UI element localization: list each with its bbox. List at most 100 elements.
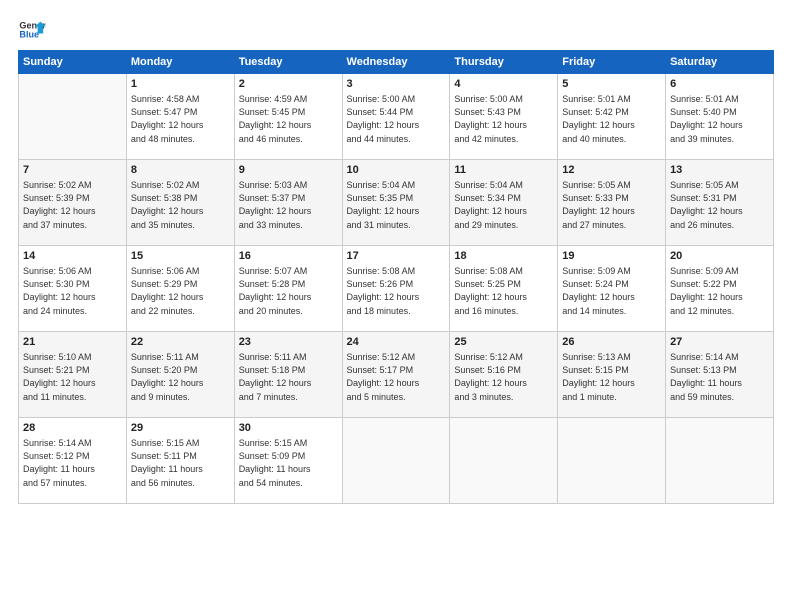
calendar-day-cell: 4Sunrise: 5:00 AM Sunset: 5:43 PM Daylig… bbox=[450, 74, 558, 160]
calendar-day-cell: 23Sunrise: 5:11 AM Sunset: 5:18 PM Dayli… bbox=[234, 332, 342, 418]
day-number: 2 bbox=[239, 77, 338, 92]
day-number: 17 bbox=[347, 249, 446, 264]
day-info: Sunrise: 5:00 AM Sunset: 5:44 PM Dayligh… bbox=[347, 93, 446, 145]
day-info: Sunrise: 5:14 AM Sunset: 5:12 PM Dayligh… bbox=[23, 437, 122, 489]
weekday-header: Thursday bbox=[450, 51, 558, 74]
day-number: 19 bbox=[562, 249, 661, 264]
page-header: General Blue bbox=[18, 16, 774, 44]
logo: General Blue bbox=[18, 16, 46, 44]
weekday-header: Sunday bbox=[19, 51, 127, 74]
day-info: Sunrise: 5:12 AM Sunset: 5:16 PM Dayligh… bbox=[454, 351, 553, 403]
day-info: Sunrise: 5:14 AM Sunset: 5:13 PM Dayligh… bbox=[670, 351, 769, 403]
calendar-day-cell: 12Sunrise: 5:05 AM Sunset: 5:33 PM Dayli… bbox=[558, 160, 666, 246]
day-number: 29 bbox=[131, 421, 230, 436]
calendar-day-cell: 3Sunrise: 5:00 AM Sunset: 5:44 PM Daylig… bbox=[342, 74, 450, 160]
day-number: 13 bbox=[670, 163, 769, 178]
day-info: Sunrise: 5:11 AM Sunset: 5:20 PM Dayligh… bbox=[131, 351, 230, 403]
day-info: Sunrise: 5:07 AM Sunset: 5:28 PM Dayligh… bbox=[239, 265, 338, 317]
calendar-day-cell: 29Sunrise: 5:15 AM Sunset: 5:11 PM Dayli… bbox=[126, 418, 234, 504]
day-info: Sunrise: 5:11 AM Sunset: 5:18 PM Dayligh… bbox=[239, 351, 338, 403]
day-info: Sunrise: 5:15 AM Sunset: 5:09 PM Dayligh… bbox=[239, 437, 338, 489]
day-number: 22 bbox=[131, 335, 230, 350]
day-number: 24 bbox=[347, 335, 446, 350]
calendar-day-cell: 21Sunrise: 5:10 AM Sunset: 5:21 PM Dayli… bbox=[19, 332, 127, 418]
calendar-week-row: 7Sunrise: 5:02 AM Sunset: 5:39 PM Daylig… bbox=[19, 160, 774, 246]
calendar-week-row: 14Sunrise: 5:06 AM Sunset: 5:30 PM Dayli… bbox=[19, 246, 774, 332]
calendar-day-cell: 20Sunrise: 5:09 AM Sunset: 5:22 PM Dayli… bbox=[666, 246, 774, 332]
calendar-day-cell: 22Sunrise: 5:11 AM Sunset: 5:20 PM Dayli… bbox=[126, 332, 234, 418]
day-number: 28 bbox=[23, 421, 122, 436]
svg-text:Blue: Blue bbox=[19, 30, 39, 40]
day-info: Sunrise: 5:13 AM Sunset: 5:15 PM Dayligh… bbox=[562, 351, 661, 403]
day-info: Sunrise: 5:15 AM Sunset: 5:11 PM Dayligh… bbox=[131, 437, 230, 489]
day-number: 20 bbox=[670, 249, 769, 264]
calendar-day-cell: 24Sunrise: 5:12 AM Sunset: 5:17 PM Dayli… bbox=[342, 332, 450, 418]
day-number: 8 bbox=[131, 163, 230, 178]
day-number: 11 bbox=[454, 163, 553, 178]
calendar-day-cell: 8Sunrise: 5:02 AM Sunset: 5:38 PM Daylig… bbox=[126, 160, 234, 246]
calendar-day-cell bbox=[19, 74, 127, 160]
day-info: Sunrise: 5:06 AM Sunset: 5:30 PM Dayligh… bbox=[23, 265, 122, 317]
calendar-day-cell: 28Sunrise: 5:14 AM Sunset: 5:12 PM Dayli… bbox=[19, 418, 127, 504]
calendar-day-cell: 9Sunrise: 5:03 AM Sunset: 5:37 PM Daylig… bbox=[234, 160, 342, 246]
calendar-day-cell bbox=[450, 418, 558, 504]
calendar-header-row: SundayMondayTuesdayWednesdayThursdayFrid… bbox=[19, 51, 774, 74]
calendar-day-cell: 16Sunrise: 5:07 AM Sunset: 5:28 PM Dayli… bbox=[234, 246, 342, 332]
calendar-day-cell bbox=[666, 418, 774, 504]
calendar-week-row: 1Sunrise: 4:58 AM Sunset: 5:47 PM Daylig… bbox=[19, 74, 774, 160]
day-number: 1 bbox=[131, 77, 230, 92]
calendar-day-cell: 11Sunrise: 5:04 AM Sunset: 5:34 PM Dayli… bbox=[450, 160, 558, 246]
day-number: 15 bbox=[131, 249, 230, 264]
weekday-header: Tuesday bbox=[234, 51, 342, 74]
day-info: Sunrise: 5:10 AM Sunset: 5:21 PM Dayligh… bbox=[23, 351, 122, 403]
calendar-day-cell: 6Sunrise: 5:01 AM Sunset: 5:40 PM Daylig… bbox=[666, 74, 774, 160]
day-number: 5 bbox=[562, 77, 661, 92]
logo-icon: General Blue bbox=[18, 16, 46, 44]
day-info: Sunrise: 5:02 AM Sunset: 5:39 PM Dayligh… bbox=[23, 179, 122, 231]
calendar-day-cell: 17Sunrise: 5:08 AM Sunset: 5:26 PM Dayli… bbox=[342, 246, 450, 332]
calendar-day-cell: 26Sunrise: 5:13 AM Sunset: 5:15 PM Dayli… bbox=[558, 332, 666, 418]
day-number: 14 bbox=[23, 249, 122, 264]
day-number: 4 bbox=[454, 77, 553, 92]
day-info: Sunrise: 5:12 AM Sunset: 5:17 PM Dayligh… bbox=[347, 351, 446, 403]
day-number: 25 bbox=[454, 335, 553, 350]
calendar-day-cell: 7Sunrise: 5:02 AM Sunset: 5:39 PM Daylig… bbox=[19, 160, 127, 246]
day-info: Sunrise: 5:06 AM Sunset: 5:29 PM Dayligh… bbox=[131, 265, 230, 317]
calendar-day-cell: 13Sunrise: 5:05 AM Sunset: 5:31 PM Dayli… bbox=[666, 160, 774, 246]
day-number: 7 bbox=[23, 163, 122, 178]
day-info: Sunrise: 5:08 AM Sunset: 5:25 PM Dayligh… bbox=[454, 265, 553, 317]
day-info: Sunrise: 5:00 AM Sunset: 5:43 PM Dayligh… bbox=[454, 93, 553, 145]
calendar-day-cell: 25Sunrise: 5:12 AM Sunset: 5:16 PM Dayli… bbox=[450, 332, 558, 418]
day-number: 12 bbox=[562, 163, 661, 178]
weekday-header: Monday bbox=[126, 51, 234, 74]
day-number: 26 bbox=[562, 335, 661, 350]
day-info: Sunrise: 5:03 AM Sunset: 5:37 PM Dayligh… bbox=[239, 179, 338, 231]
calendar-day-cell: 30Sunrise: 5:15 AM Sunset: 5:09 PM Dayli… bbox=[234, 418, 342, 504]
day-number: 27 bbox=[670, 335, 769, 350]
day-info: Sunrise: 5:04 AM Sunset: 5:35 PM Dayligh… bbox=[347, 179, 446, 231]
weekday-header: Wednesday bbox=[342, 51, 450, 74]
calendar-day-cell: 18Sunrise: 5:08 AM Sunset: 5:25 PM Dayli… bbox=[450, 246, 558, 332]
day-info: Sunrise: 5:08 AM Sunset: 5:26 PM Dayligh… bbox=[347, 265, 446, 317]
day-info: Sunrise: 5:04 AM Sunset: 5:34 PM Dayligh… bbox=[454, 179, 553, 231]
day-info: Sunrise: 5:01 AM Sunset: 5:40 PM Dayligh… bbox=[670, 93, 769, 145]
calendar-day-cell bbox=[558, 418, 666, 504]
calendar-day-cell: 27Sunrise: 5:14 AM Sunset: 5:13 PM Dayli… bbox=[666, 332, 774, 418]
day-number: 23 bbox=[239, 335, 338, 350]
day-info: Sunrise: 5:02 AM Sunset: 5:38 PM Dayligh… bbox=[131, 179, 230, 231]
calendar-week-row: 21Sunrise: 5:10 AM Sunset: 5:21 PM Dayli… bbox=[19, 332, 774, 418]
calendar-table: SundayMondayTuesdayWednesdayThursdayFrid… bbox=[18, 50, 774, 504]
weekday-header: Friday bbox=[558, 51, 666, 74]
calendar-week-row: 28Sunrise: 5:14 AM Sunset: 5:12 PM Dayli… bbox=[19, 418, 774, 504]
day-info: Sunrise: 4:59 AM Sunset: 5:45 PM Dayligh… bbox=[239, 93, 338, 145]
day-number: 6 bbox=[670, 77, 769, 92]
day-number: 16 bbox=[239, 249, 338, 264]
calendar-day-cell: 5Sunrise: 5:01 AM Sunset: 5:42 PM Daylig… bbox=[558, 74, 666, 160]
calendar-day-cell: 14Sunrise: 5:06 AM Sunset: 5:30 PM Dayli… bbox=[19, 246, 127, 332]
calendar-day-cell: 15Sunrise: 5:06 AM Sunset: 5:29 PM Dayli… bbox=[126, 246, 234, 332]
calendar-day-cell: 2Sunrise: 4:59 AM Sunset: 5:45 PM Daylig… bbox=[234, 74, 342, 160]
calendar-day-cell: 10Sunrise: 5:04 AM Sunset: 5:35 PM Dayli… bbox=[342, 160, 450, 246]
day-number: 30 bbox=[239, 421, 338, 436]
day-info: Sunrise: 4:58 AM Sunset: 5:47 PM Dayligh… bbox=[131, 93, 230, 145]
day-number: 9 bbox=[239, 163, 338, 178]
